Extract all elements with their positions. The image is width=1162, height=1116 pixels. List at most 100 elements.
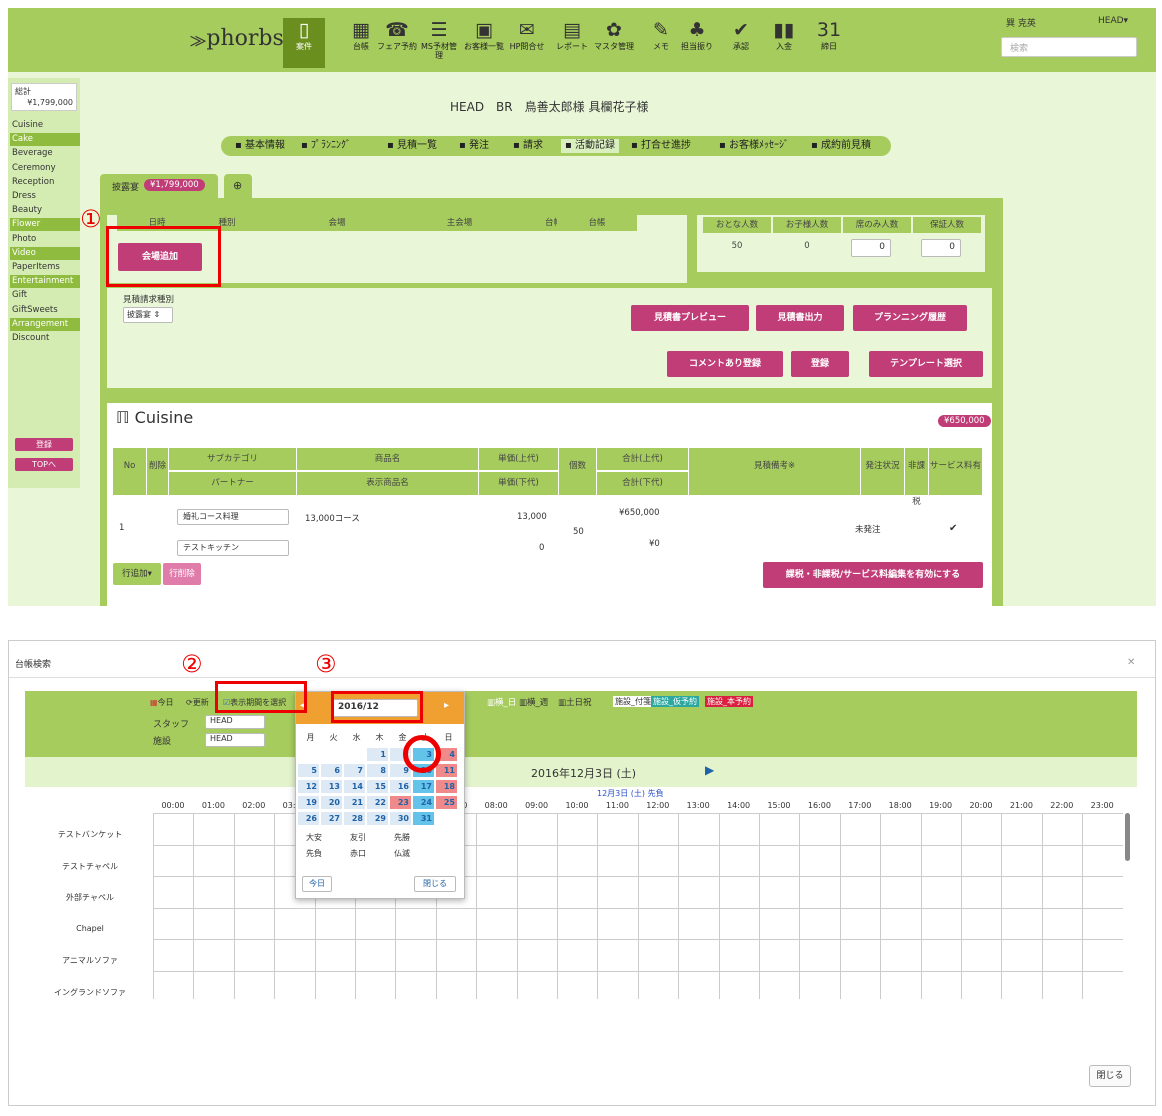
view-week-toggle[interactable]: ▥横_週	[519, 696, 548, 708]
facility-select[interactable]: HEAD	[205, 733, 265, 747]
sidebar-item-cuisine[interactable]: Cuisine	[10, 119, 80, 132]
calendar-day[interactable]: 13	[321, 780, 342, 793]
sidebar-item-giftsweets[interactable]: GiftSweets	[10, 304, 80, 317]
calendar-day[interactable]: 17	[413, 780, 434, 793]
calendar-day[interactable]: 30	[390, 812, 411, 825]
sidebar-item-flower[interactable]: Flower	[10, 218, 80, 232]
nav-approve[interactable]: ✔ 承認	[720, 18, 762, 51]
calendar-day[interactable]: 14	[344, 780, 365, 793]
close-icon[interactable]: ✕	[1127, 657, 1135, 668]
sidebar-item-beverage[interactable]: Beverage	[10, 147, 80, 160]
calendar-day[interactable]: 6	[321, 764, 342, 777]
calendar-day[interactable]: 23	[390, 796, 411, 809]
sidebar-top-button[interactable]: TOPへ	[15, 458, 73, 471]
tab-4[interactable]: ▪ 請求	[513, 139, 543, 153]
sidebar-item-paperitems[interactable]: PaperItems	[10, 261, 80, 274]
dialog-close-button[interactable]: 閉じる	[1089, 1065, 1131, 1087]
search-input[interactable]: 検索	[1001, 37, 1137, 57]
calendar-day[interactable]: 24	[413, 796, 434, 809]
tab-estimate-reception[interactable]: 披露宴 ¥1,799,000	[100, 174, 218, 198]
calendar-day[interactable]: 22	[367, 796, 388, 809]
scrollbar[interactable]	[1125, 813, 1130, 861]
nav-user-add[interactable]: ♣ 担当振り	[676, 18, 718, 51]
calendar-day[interactable]: 15	[367, 780, 388, 793]
calendar-day[interactable]: 20	[321, 796, 342, 809]
calendar-day[interactable]: 16	[390, 780, 411, 793]
staff-select[interactable]: HEAD	[205, 715, 265, 729]
today-link[interactable]: ▦今日	[150, 697, 174, 708]
tab-6[interactable]: ▪ 打合せ進捗	[631, 139, 691, 153]
guest-input[interactable]: 0	[851, 239, 891, 257]
nav-contacts[interactable]: ▣ お客様一覧	[463, 18, 505, 51]
tab-5[interactable]: ▪ 活動記録	[561, 139, 619, 153]
register-button[interactable]: 登録	[791, 351, 849, 377]
store-dropdown[interactable]: HEAD▾	[1098, 16, 1128, 26]
calendar-day[interactable]: 12	[298, 780, 319, 793]
tab-add[interactable]: ⊕	[224, 174, 252, 198]
calendar-day[interactable]: 27	[321, 812, 342, 825]
nav-report[interactable]: ▤ レポート	[551, 18, 593, 51]
sidebar-item-discount[interactable]: Discount	[10, 332, 80, 345]
service-checkbox[interactable]: ✔	[949, 523, 957, 534]
nav-phone[interactable]: ☎ フェア予約	[376, 18, 418, 51]
calendar-day[interactable]: 5	[298, 764, 319, 777]
estimate-preview-button[interactable]: 見積書プレビュー	[631, 305, 749, 331]
next-day-arrow[interactable]: ▶	[705, 763, 714, 777]
estimate-output-button[interactable]: 見積書出力	[756, 305, 844, 331]
tab-1[interactable]: ▪ ﾌﾟﾗﾝﾆﾝｸﾞ	[301, 139, 351, 153]
tax-edit-button[interactable]: 課税・非課税/サービス料編集を有効にする	[763, 562, 983, 588]
sidebar-item-reception[interactable]: Reception	[10, 176, 80, 189]
nav-mail[interactable]: ✉ HP問合せ	[506, 18, 548, 51]
sidebar-item-cake[interactable]: Cake	[10, 133, 80, 147]
estimate-panel: 日時種別会場主会場台帳状況台帳 おとな人数50お子様人数0席のみ人数0保証人数0…	[100, 198, 1003, 606]
delete-row-button[interactable]: 行削除	[163, 563, 201, 585]
tab-7[interactable]: ▪ お客様ﾒｯｾｰｼﾞ	[719, 139, 789, 153]
nav-gear[interactable]: ✿ マスタ管理	[593, 18, 635, 51]
view-weekend-toggle[interactable]: ▥土日祝	[558, 696, 592, 708]
calendar-day[interactable]: 29	[367, 812, 388, 825]
next-month-icon[interactable]: ▸	[444, 700, 449, 711]
sidebar-item-dress[interactable]: Dress	[10, 190, 80, 203]
subcategory-select[interactable]: 婚礼コース料理	[177, 509, 289, 525]
tab-3[interactable]: ▪ 発注	[459, 139, 489, 153]
calendar-day[interactable]: 11	[436, 764, 457, 777]
sidebar-item-ceremony[interactable]: Ceremony	[10, 162, 80, 175]
calendar-day[interactable]: 18	[436, 780, 457, 793]
calendar-day[interactable]: 28	[344, 812, 365, 825]
calendar-day[interactable]: 1	[367, 748, 388, 761]
sidebar-item-video[interactable]: Video	[10, 246, 80, 260]
calendar-day[interactable]: 26	[298, 812, 319, 825]
nav-list[interactable]: ☰ MS予材管理	[418, 18, 460, 60]
estimate-type-select[interactable]: 披露宴 ⇕	[123, 307, 173, 323]
tab-label: ﾌﾟﾗﾝﾆﾝｸﾞ	[310, 140, 351, 151]
calendar-day[interactable]: 31	[413, 812, 434, 825]
tab-0[interactable]: ▪ 基本情報	[235, 139, 285, 153]
picker-close-button[interactable]: 閉じる	[414, 876, 456, 892]
partner-select[interactable]: テストキッチン	[177, 540, 289, 556]
sidebar-item-gift[interactable]: Gift	[10, 289, 80, 302]
add-row-button[interactable]: 行追加▾	[113, 563, 161, 585]
sidebar-register-button[interactable]: 登録	[15, 438, 73, 451]
tab-8[interactable]: ▪ 成約前見積	[811, 139, 871, 153]
refresh-link[interactable]: ⟳更新	[186, 697, 209, 708]
nav-payment[interactable]: ▮▮ 入金	[763, 18, 805, 51]
guest-input[interactable]: 0	[921, 239, 961, 257]
user-name[interactable]: 巽 克英	[1006, 16, 1036, 29]
sidebar-item-photo[interactable]: Photo	[10, 233, 80, 246]
nav-document[interactable]: ▯ 案件	[283, 18, 325, 68]
sidebar-item-arrangement[interactable]: Arrangement	[10, 317, 80, 331]
template-select-button[interactable]: テンプレート選択	[869, 351, 983, 377]
tab-2[interactable]: ▪ 見積一覧	[387, 139, 437, 153]
calendar-day[interactable]: 8	[367, 764, 388, 777]
calendar-day[interactable]: 21	[344, 796, 365, 809]
picker-today-button[interactable]: 今日	[302, 876, 332, 892]
comment-register-button[interactable]: コメントあり登録	[667, 351, 783, 377]
planning-history-button[interactable]: プランニング履歴	[853, 305, 967, 331]
calendar-day[interactable]: 7	[344, 764, 365, 777]
nav-calendar-31[interactable]: 31 締日	[808, 18, 850, 51]
sidebar-item-entertainment[interactable]: Entertainment	[10, 275, 80, 289]
calendar-day[interactable]: 19	[298, 796, 319, 809]
sidebar-item-beauty[interactable]: Beauty	[10, 204, 80, 217]
view-day-toggle[interactable]: ▥横_日	[487, 696, 516, 708]
calendar-day[interactable]: 25	[436, 796, 457, 809]
